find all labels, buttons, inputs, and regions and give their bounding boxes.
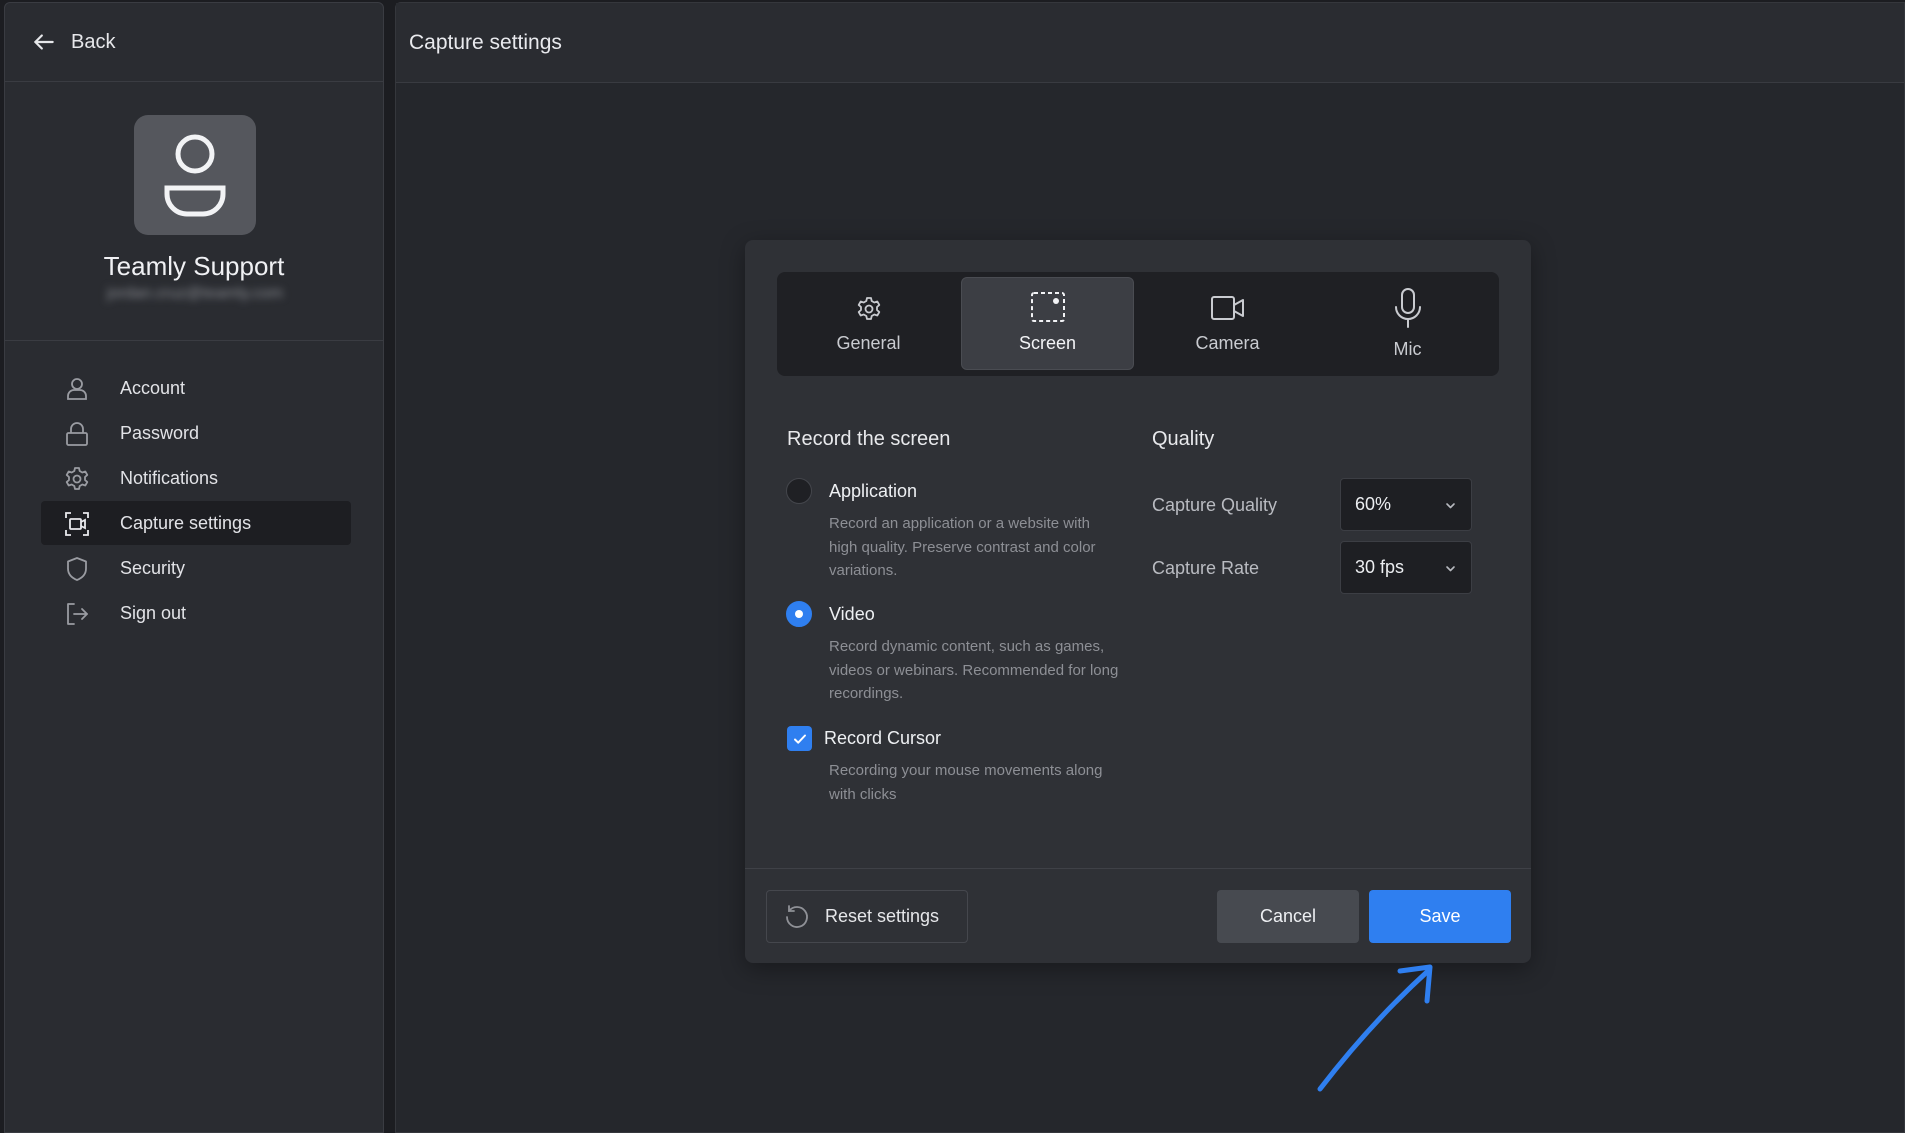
gear-icon	[782, 295, 955, 323]
tab-label: General	[836, 333, 901, 353]
nav-label: Capture settings	[120, 512, 252, 533]
video-radio[interactable]	[786, 601, 812, 627]
capture-settings-dialog: General Screen Camera Mic Record the scr…	[745, 240, 1531, 963]
nav-item-notifications[interactable]: Notifications	[41, 456, 351, 500]
user-avatar-icon	[164, 134, 226, 217]
cancel-button[interactable]: Cancel	[1217, 890, 1359, 943]
nav-label: Sign out	[120, 602, 187, 623]
nav-item-password[interactable]: Password	[41, 411, 351, 455]
checkmark-icon	[793, 734, 806, 744]
nav-item-security[interactable]: Security	[41, 546, 351, 590]
record-cursor-description: Recording your mouse movements along wit…	[829, 762, 1103, 803]
nav-label: Notifications	[120, 467, 219, 488]
main-header: Capture settings	[396, 3, 1904, 83]
screen-capture-icon	[962, 291, 1133, 323]
camera-icon	[1141, 293, 1314, 323]
page-title: Capture settings	[409, 30, 562, 54]
annotation-arrow-icon	[1317, 964, 1433, 1092]
back-button[interactable]: Back	[5, 3, 383, 82]
sidebar: Back Teamly Support jordan.cruz@teamly.c…	[4, 2, 384, 1133]
select-value: 30 fps	[1355, 557, 1405, 577]
settings-tabs: General Screen Camera Mic	[777, 272, 1499, 376]
shield-icon	[63, 555, 91, 583]
select-value: 60%	[1355, 494, 1392, 514]
user-icon	[63, 375, 91, 403]
nav-label: Account	[120, 377, 186, 398]
application-radio[interactable]	[786, 478, 812, 504]
chevron-down-icon	[1446, 503, 1455, 509]
back-label: Back	[71, 30, 116, 53]
profile-card: Teamly Support jordan.cruz@teamly.com	[5, 83, 383, 341]
reset-icon	[786, 904, 808, 928]
profile-email: jordan.cruz@teamly.com	[107, 285, 283, 302]
avatar	[134, 115, 256, 235]
tab-general[interactable]: General	[782, 277, 955, 370]
lock-icon	[63, 420, 91, 448]
nav-label: Password	[120, 422, 200, 443]
record-cursor-label: Record Cursor	[824, 728, 942, 748]
tab-label: Screen	[1018, 333, 1077, 353]
nav-item-capture-settings[interactable]: Capture settings	[41, 501, 351, 545]
save-button[interactable]: Save	[1369, 890, 1511, 943]
chevron-down-icon	[1446, 566, 1455, 572]
capture-quality-label: Capture Quality	[1152, 495, 1278, 515]
quality-section-title: Quality	[1152, 428, 1215, 450]
record-section-title: Record the screen	[787, 428, 951, 450]
capture-icon	[63, 510, 91, 538]
video-description: Record dynamic content, such as games, v…	[829, 638, 1119, 702]
capture-quality-select[interactable]: 60%	[1340, 478, 1472, 531]
capture-rate-label: Capture Rate	[1152, 558, 1260, 578]
profile-name: Teamly Support	[103, 251, 285, 281]
gear-icon	[63, 465, 91, 493]
arrow-left-icon	[34, 34, 54, 50]
nav-label: Security	[120, 557, 186, 578]
tab-camera[interactable]: Camera	[1141, 277, 1314, 370]
dialog-footer-divider	[745, 868, 1531, 869]
capture-rate-select[interactable]: 30 fps	[1340, 541, 1472, 594]
reset-settings-label: Reset settings	[825, 906, 940, 926]
application-label: Application	[829, 481, 918, 501]
tab-label: Mic	[1393, 339, 1422, 359]
nav-item-account[interactable]: Account	[41, 366, 351, 410]
sign-out-icon	[63, 600, 91, 628]
app-window: Back Teamly Support jordan.cruz@teamly.c…	[0, 0, 1905, 1133]
application-description: Record an application or a website with …	[829, 515, 1096, 579]
video-label: Video	[829, 604, 875, 624]
tab-label: Camera	[1195, 333, 1260, 353]
settings-nav: Account Password Notifications Capture s…	[41, 366, 351, 636]
tab-mic[interactable]: Mic	[1321, 277, 1494, 370]
microphone-icon	[1321, 287, 1494, 329]
record-cursor-checkbox[interactable]	[787, 726, 812, 751]
tab-screen[interactable]: Screen	[961, 277, 1134, 370]
nav-item-sign-out[interactable]: Sign out	[41, 591, 351, 635]
reset-settings-button[interactable]: Reset settings	[766, 890, 968, 943]
